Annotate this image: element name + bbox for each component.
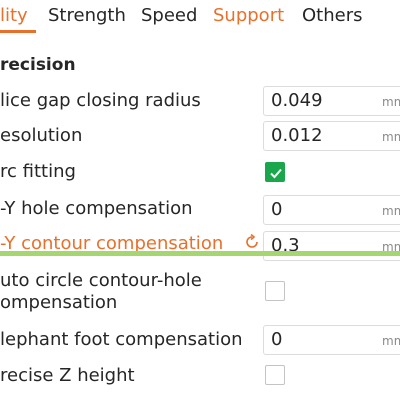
reset-icon[interactable] [243, 233, 261, 251]
setting-label: uto circle contour-hole [0, 270, 202, 291]
input-value: 0.012 [271, 125, 323, 146]
section-title-precision: recision [0, 55, 76, 75]
unit-label: mm [382, 334, 400, 348]
xy-hole-compensation-input[interactable]: 0 mm [263, 195, 400, 225]
setting-row-xy-contour-compensation: -Y contour compensation 0.3 mm [0, 231, 400, 261]
setting-row-arc-fitting: rc fitting [0, 160, 400, 184]
active-tab-indicator [0, 30, 36, 33]
slice-gap-closing-radius-input[interactable]: 0.049 mm [263, 86, 400, 116]
resolution-input[interactable]: 0.012 mm [263, 121, 400, 151]
row-highlight-indicator [0, 251, 400, 256]
setting-row-elephant-foot-compensation: lephant foot compensation 0 mm [0, 325, 400, 355]
setting-label: recise Z height [0, 365, 135, 386]
tab-quality[interactable]: lity [0, 4, 28, 28]
setting-row-xy-hole-compensation: -Y hole compensation 0 mm [0, 195, 400, 225]
setting-row-slice-gap-closing-radius: lice gap closing radius 0.049 mm [0, 86, 400, 116]
setting-row-auto-circle-contour-hole-compensation: uto circle contour-hole ompensation [0, 270, 400, 314]
unit-label: mm [382, 95, 400, 109]
setting-label: lice gap closing radius [0, 90, 201, 111]
input-value: 0 [271, 329, 283, 350]
setting-label: esolution [0, 125, 83, 146]
setting-label: -Y hole compensation [0, 198, 193, 219]
arc-fitting-checkbox[interactable] [265, 162, 285, 182]
setting-label-line2: ompensation [0, 292, 118, 313]
tab-others[interactable]: Others [302, 4, 363, 28]
tab-strength[interactable]: Strength [48, 4, 126, 28]
input-value: 0 [271, 199, 283, 220]
setting-row-precise-z-height: recise Z height [0, 364, 400, 388]
elephant-foot-compensation-input[interactable]: 0 mm [263, 325, 400, 355]
xy-contour-compensation-input[interactable]: 0.3 mm [263, 231, 400, 261]
check-icon [270, 168, 282, 179]
tab-support[interactable]: Support [213, 4, 284, 28]
precise-z-height-checkbox[interactable] [265, 365, 285, 385]
unit-label: mm [382, 130, 400, 144]
setting-label: lephant foot compensation [0, 329, 243, 350]
tab-bar: lity Strength Speed Support Others [0, 0, 400, 34]
input-value: 0.049 [271, 90, 323, 111]
auto-circle-contour-hole-compensation-checkbox[interactable] [265, 281, 285, 301]
unit-label: mm [382, 204, 400, 218]
setting-label: rc fitting [0, 161, 76, 182]
tab-speed[interactable]: Speed [141, 4, 197, 28]
setting-row-resolution: esolution 0.012 mm [0, 121, 400, 151]
